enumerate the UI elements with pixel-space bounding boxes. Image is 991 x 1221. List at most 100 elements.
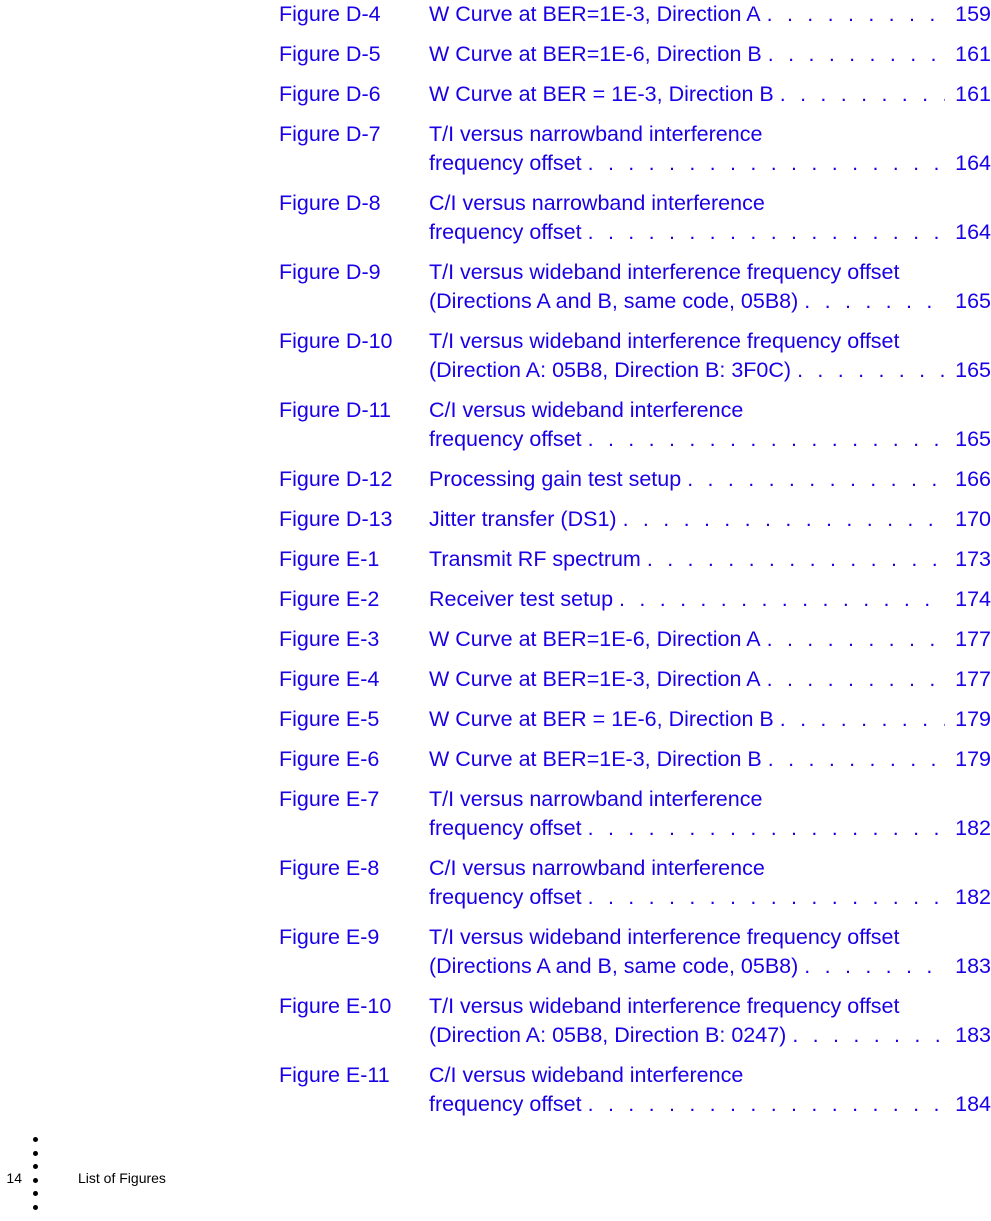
figure-entry-label: Figure D-13 — [279, 507, 393, 531]
footer-section-name: List of Figures — [78, 1170, 166, 1186]
figure-entry[interactable]: Figure E-5 W Curve at BER = 1E-6, Directi… — [279, 705, 991, 734]
figure-entry-line: T/I versus wideband interference frequen… — [429, 992, 991, 1021]
dot-leader — [588, 883, 945, 912]
figure-entry-page-number[interactable]: 170 — [949, 505, 991, 534]
figure-entry-line: (Direction A: 05B8, Direction B: 3F0C) 16… — [429, 356, 991, 385]
figure-entry-page-number[interactable]: 165 — [949, 425, 991, 454]
figure-entry-line: frequency offset 164 — [429, 218, 991, 247]
figure-entry-body: T/I versus wideband interference frequen… — [429, 992, 991, 1050]
figure-entry-title: W Curve at BER = 1E-6, Direction B — [429, 707, 774, 731]
figure-entry-line: frequency offset 184 — [429, 1090, 991, 1119]
figure-entry-page-number[interactable]: 173 — [949, 545, 991, 574]
figure-entry-page-number[interactable]: 166 — [949, 465, 991, 494]
figure-entry[interactable]: Figure E-11 C/I versus wideband interfere… — [279, 1061, 991, 1119]
figure-entry-page-number[interactable]: 161 — [949, 80, 991, 109]
figure-entry[interactable]: Figure E-6 W Curve at BER=1E-3, Direction… — [279, 745, 991, 774]
figure-entry[interactable]: Figure D-5 W Curve at BER=1E-6, Direction… — [279, 40, 991, 69]
figure-entry-line: frequency offset 165 — [429, 425, 991, 454]
figure-entry[interactable]: Figure E-4 W Curve at BER=1E-3, Direction… — [279, 665, 991, 694]
dot-leader — [780, 705, 945, 734]
figure-entry-page-number[interactable]: 183 — [949, 952, 991, 981]
figure-entry-line: W Curve at BER=1E-3, Direction A 177 — [429, 665, 991, 694]
figure-entry-line: C/I versus wideband interference165 — [429, 396, 991, 425]
figure-entry-page-number[interactable]: 182 — [949, 883, 991, 912]
figure-entry-title: Receiver test setup — [429, 587, 614, 611]
figure-entry-body: T/I versus narrowband interference164fre… — [429, 120, 991, 178]
figure-entry[interactable]: Figure D-10 T/I versus wideband interfere… — [279, 327, 991, 385]
figure-entry[interactable]: Figure E-9 T/I versus wideband interferen… — [279, 923, 991, 981]
figure-entry[interactable]: Figure E-1 Transmit RF spectrum 173 — [279, 545, 991, 574]
dot-leader — [619, 585, 945, 614]
dot-leader — [804, 287, 945, 316]
figure-entry[interactable]: Figure E-10 T/I versus wideband interfere… — [279, 992, 991, 1050]
figure-entry-label: Figure D-12 — [279, 467, 393, 491]
figure-entry-line: frequency offset 164 — [429, 149, 991, 178]
page-footer: 14 List of Figures — [0, 1129, 991, 1221]
figure-entry[interactable]: Figure D-12 Processing gain test setup 166 — [279, 465, 991, 494]
figure-entry-page-number[interactable]: 177 — [949, 625, 991, 654]
figure-entry-body: C/I versus narrowband interference182fre… — [429, 854, 991, 912]
figure-entry-line: T/I versus wideband interference frequen… — [429, 923, 991, 952]
dot-leader — [780, 80, 945, 109]
figure-entry-page-number[interactable]: 174 — [949, 585, 991, 614]
figure-entry-title: frequency offset — [429, 220, 582, 244]
dot-leader — [804, 952, 945, 981]
dot-leader — [767, 0, 945, 29]
figure-entry[interactable]: Figure E-8 C/I versus narrowband interfer… — [279, 854, 991, 912]
figure-entry[interactable]: Figure D-11 C/I versus wideband interfere… — [279, 396, 991, 454]
figure-entry-line: (Direction A: 05B8, Direction B: 0247) 18… — [429, 1021, 991, 1050]
figure-entry-line: C/I versus narrowband interference182 — [429, 854, 991, 883]
dot-leader — [792, 1021, 945, 1050]
figure-entry-title: T/I versus wideband interference frequen… — [429, 260, 900, 284]
figure-entry-title: (Direction A: 05B8, Direction B: 0247) — [429, 1023, 787, 1047]
dot-leader — [767, 665, 945, 694]
figure-entry-page-number[interactable]: 159 — [949, 0, 991, 29]
figure-entry-line: T/I versus narrowband interference164 — [429, 120, 991, 149]
figure-entry-page-number[interactable]: 184 — [949, 1090, 991, 1119]
figure-entry-title: (Directions A and B, same code, 05B8) — [429, 289, 799, 313]
figure-entry-page-number[interactable]: 164 — [949, 149, 991, 178]
figure-entry[interactable]: Figure E-2 Receiver test setup 174 — [279, 585, 991, 614]
figure-entry-page-number[interactable]: 182 — [949, 814, 991, 843]
figure-entry-title: T/I versus wideband interference frequen… — [429, 994, 900, 1018]
figure-entry[interactable]: Figure D-4 W Curve at BER=1E-3, Direction… — [279, 0, 991, 29]
figure-entry-body: Processing gain test setup 166 — [429, 465, 991, 494]
figure-entry-title: Processing gain test setup — [429, 467, 682, 491]
figure-entry[interactable]: Figure D-13 Jitter transfer (DS1) 170 — [279, 505, 991, 534]
figure-entry-label: Figure D-6 — [279, 82, 381, 106]
figure-entry-page-number[interactable]: 165 — [949, 287, 991, 316]
figure-entry[interactable]: Figure E-7 T/I versus narrowband interfer… — [279, 785, 991, 843]
figure-entry-line: W Curve at BER=1E-3, Direction B 179 — [429, 745, 991, 774]
figure-entry-title: W Curve at BER = 1E-3, Direction B — [429, 82, 774, 106]
figure-entry-label: Figure E-6 — [279, 747, 380, 771]
figure-entry-title: Transmit RF spectrum — [429, 547, 641, 571]
figure-entry-label: Figure E-1 — [279, 547, 380, 571]
figure-entry[interactable]: Figure D-6 W Curve at BER = 1E-3, Directi… — [279, 80, 991, 109]
figure-entry-page-number[interactable]: 179 — [949, 745, 991, 774]
figure-entry-line: (Directions A and B, same code, 05B8) 183 — [429, 952, 991, 981]
figure-entry[interactable]: Figure D-7 T/I versus narrowband interfer… — [279, 120, 991, 178]
figure-entry-title: W Curve at BER=1E-3, Direction B — [429, 747, 762, 771]
figure-entry-page-number[interactable]: 165 — [949, 356, 991, 385]
footer-dot-icon — [33, 1204, 38, 1210]
figure-entry-body: W Curve at BER=1E-3, Direction B 179 — [429, 745, 991, 774]
figure-entry-page-number[interactable]: 179 — [949, 705, 991, 734]
figure-entry-title: T/I versus narrowband interference — [429, 787, 763, 811]
figure-entry[interactable]: Figure D-9 T/I versus wideband interferen… — [279, 258, 991, 316]
footer-dot-icon — [33, 1177, 38, 1183]
figure-entry-title: W Curve at BER=1E-3, Direction A — [429, 667, 761, 691]
figure-entry-body: W Curve at BER=1E-6, Direction B 161 — [429, 40, 991, 69]
figure-entry-page-number[interactable]: 161 — [949, 40, 991, 69]
figure-entry-page-number[interactable]: 177 — [949, 665, 991, 694]
figure-entry[interactable]: Figure E-3 W Curve at BER=1E-6, Direction… — [279, 625, 991, 654]
dot-leader — [623, 505, 945, 534]
figure-entry-label: Figure D-8 — [279, 191, 381, 215]
footer-dot-icon — [33, 1137, 38, 1142]
figure-entry-line: Processing gain test setup 166 — [429, 465, 991, 494]
figure-entry-page-number[interactable]: 183 — [949, 1021, 991, 1050]
figure-entry-page-number[interactable]: 164 — [949, 218, 991, 247]
figure-entry-body: W Curve at BER = 1E-6, Direction B 179 — [429, 705, 991, 734]
figure-entry[interactable]: Figure D-8 C/I versus narrowband interfer… — [279, 189, 991, 247]
figure-entry-title: (Direction A: 05B8, Direction B: 3F0C) — [429, 358, 792, 382]
dot-leader — [768, 745, 945, 774]
